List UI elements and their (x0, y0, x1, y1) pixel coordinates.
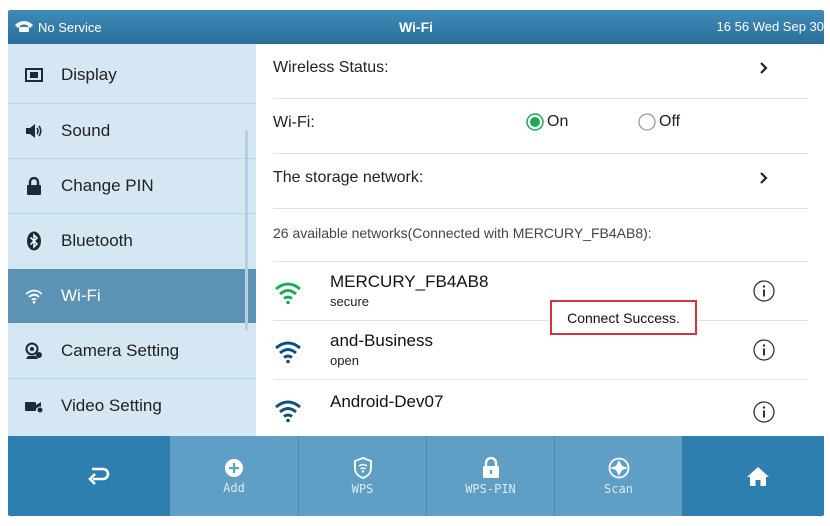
sidebar-item-label: Change PIN (61, 176, 154, 195)
wifi-signal-icon (275, 400, 301, 423)
storage-network-label: The storage network: (273, 169, 424, 186)
network-name: and-Business (330, 331, 434, 350)
sidebar-item-video-setting[interactable]: Video Setting (8, 379, 256, 433)
add-button[interactable]: Add (170, 436, 298, 516)
wireless-status-label: Wireless Status: (273, 59, 389, 76)
radio-unselected-icon (638, 113, 656, 131)
chevron-right-icon (759, 171, 769, 190)
signal-text: No Service (38, 19, 102, 35)
sidebar-item-label: Bluetooth (61, 231, 133, 250)
storage-network-row[interactable]: The storage network: (256, 154, 824, 208)
back-button[interactable] (68, 436, 128, 516)
network-item[interactable]: MERCURY_FB4AB8 secure (256, 262, 824, 320)
sidebar-item-display[interactable]: Display (8, 48, 256, 102)
network-item[interactable]: and-Business open (256, 321, 824, 379)
network-name: MERCURY_FB4AB8 (330, 272, 489, 291)
display-icon (24, 65, 44, 85)
lock-icon (482, 456, 499, 478)
video-icon (24, 396, 44, 416)
wifi-off-label: Off (659, 113, 681, 130)
sidebar-item-wifi[interactable]: Wi-Fi (8, 269, 256, 323)
signal-status: No Service (14, 10, 102, 44)
scan-button[interactable]: Scan (555, 436, 682, 516)
wifi-signal-icon (275, 341, 301, 364)
wifi-on-radio[interactable]: On (526, 113, 568, 131)
info-icon[interactable] (753, 339, 775, 361)
info-icon[interactable] (753, 280, 775, 302)
network-item[interactable]: Android-Dev07 (256, 380, 824, 436)
bottom-toolbar: Add WPS WPS-PIN Scan (8, 436, 824, 516)
sidebar-scrollbar[interactable] (245, 130, 248, 330)
wps-label: WPS (351, 481, 374, 496)
info-icon[interactable] (753, 401, 775, 423)
sidebar-item-label: Video Setting (61, 396, 162, 415)
network-security: secure (330, 294, 370, 309)
shield-icon (353, 456, 372, 479)
screen-title: Wi-Fi (398, 19, 434, 35)
back-arrow-icon (88, 467, 110, 485)
bluetooth-icon (24, 231, 44, 251)
networks-summary: 26 available networks(Connected with MER… (273, 225, 652, 241)
wifi-off-radio[interactable]: Off (638, 113, 680, 131)
sidebar-item-label: Wi-Fi (61, 286, 101, 305)
speaker-icon (24, 121, 44, 141)
softkey-group: Add WPS WPS-PIN Scan (170, 436, 682, 516)
wifi-on-label: On (547, 113, 569, 130)
sidebar-item-change-pin[interactable]: Change PIN (8, 159, 256, 213)
wifi-settings-panel: Wireless Status: Wi-Fi: On Off The stora… (256, 44, 824, 436)
plus-circle-icon (225, 458, 243, 477)
sidebar-item-label: Display (61, 65, 117, 84)
sidebar-item-label: Camera Setting (61, 341, 180, 360)
sidebar-item-sound[interactable]: Sound (8, 104, 256, 158)
home-icon (747, 467, 769, 486)
sidebar-item-camera-setting[interactable]: Camera Setting (8, 324, 256, 378)
scan-label: Scan (604, 481, 633, 496)
chevron-right-icon (759, 61, 769, 80)
radio-selected-icon (526, 113, 544, 131)
phone-screen: No Service Wi-Fi 16 56 Wed Sep 30 Displa… (8, 10, 824, 516)
wifi-signal-icon (275, 282, 301, 305)
networks-summary-row: 26 available networks(Connected with MER… (256, 209, 824, 261)
add-label: Add (223, 480, 245, 495)
phone-icon (14, 19, 34, 36)
wps-button[interactable]: WPS (299, 436, 426, 516)
status-bar: No Service Wi-Fi 16 56 Wed Sep 30 (8, 10, 824, 44)
sidebar-item-bluetooth[interactable]: Bluetooth (8, 214, 256, 268)
globe-icon (608, 457, 629, 478)
wifi-icon (24, 286, 44, 306)
home-button[interactable] (728, 436, 788, 516)
connect-status-message: Connect Success. (550, 300, 697, 335)
network-name: Android-Dev07 (330, 392, 444, 411)
wifi-toggle-row: Wi-Fi: On Off (256, 99, 824, 153)
wps-pin-button[interactable]: WPS-PIN (427, 436, 554, 516)
wps-pin-label: WPS-PIN (465, 481, 516, 496)
camera-icon (24, 341, 44, 361)
lock-icon (24, 176, 44, 196)
sidebar-item-label: Sound (61, 121, 111, 140)
wifi-label: Wi-Fi: (273, 114, 315, 131)
wireless-status-row[interactable]: Wireless Status: (256, 44, 824, 98)
network-security: open (330, 353, 359, 368)
settings-sidebar: Display Sound Change PIN Bluetooth Wi-Fi… (8, 44, 256, 436)
datetime: 16 56 Wed Sep 30 (716, 19, 824, 34)
